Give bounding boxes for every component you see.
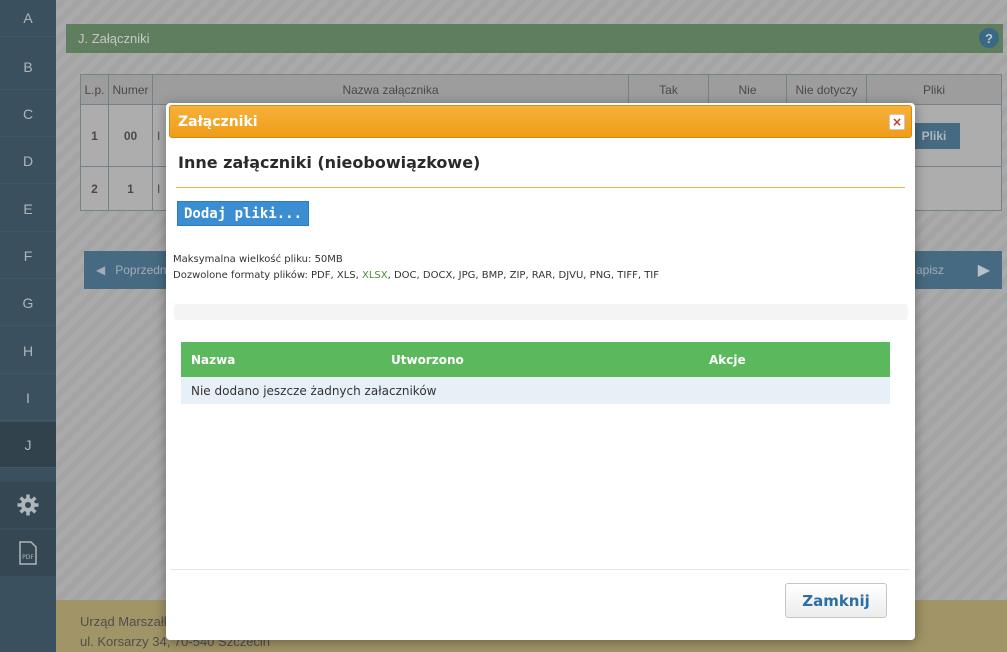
max-size-info: Maksymalna wielkość pliku: 50MB: [173, 254, 343, 265]
add-files-button[interactable]: Dodaj pliki...: [177, 201, 310, 226]
divider: [176, 187, 905, 188]
modal-heading: Inne załączniki (nieobowiązkowe): [178, 153, 481, 172]
col-akcje: Akcje: [709, 342, 890, 377]
allowed-formats-info: Dozwolone formaty plików: PDF, XLS, XLSX…: [173, 270, 660, 281]
footer-divider: [171, 569, 910, 570]
close-icon[interactable]: ×: [889, 114, 905, 130]
close-button[interactable]: Zamknij: [785, 583, 887, 618]
col-utworzono: Utworzono: [391, 342, 709, 377]
modal-title: Załączniki: [178, 113, 258, 130]
col-nazwa: Nazwa: [181, 342, 391, 377]
table-row: Nie dodano jeszcze żadnych załaczników: [181, 377, 890, 404]
modal-titlebar: Załączniki ×: [169, 105, 912, 138]
empty-message: Nie dodano jeszcze żadnych załaczników: [181, 377, 890, 404]
upload-progress-bar: [174, 304, 908, 320]
attachments-modal: Załączniki × Inne załączniki (nieobowiąz…: [166, 103, 915, 640]
uploaded-files-table: Nazwa Utworzono Akcje Nie dodano jeszcze…: [181, 342, 890, 404]
